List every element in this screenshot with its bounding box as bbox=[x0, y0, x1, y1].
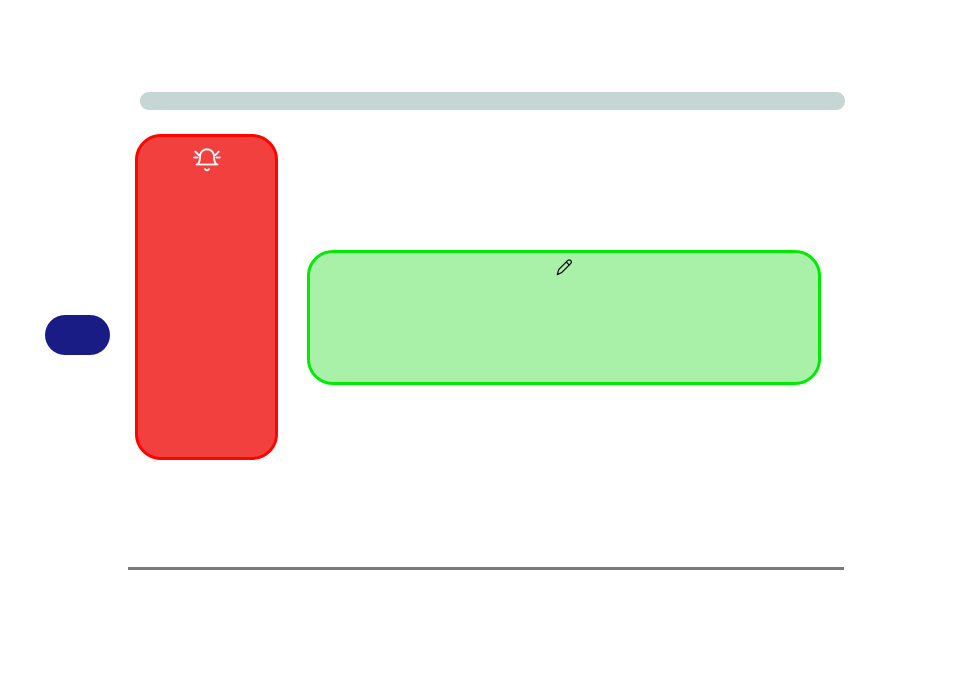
red-panel[interactable] bbox=[135, 134, 278, 460]
bell-icon bbox=[193, 147, 221, 175]
pen-icon bbox=[555, 259, 573, 277]
green-panel[interactable] bbox=[307, 250, 821, 385]
top-bar bbox=[140, 92, 845, 110]
bottom-divider bbox=[128, 567, 844, 570]
blue-pill[interactable] bbox=[45, 315, 110, 355]
